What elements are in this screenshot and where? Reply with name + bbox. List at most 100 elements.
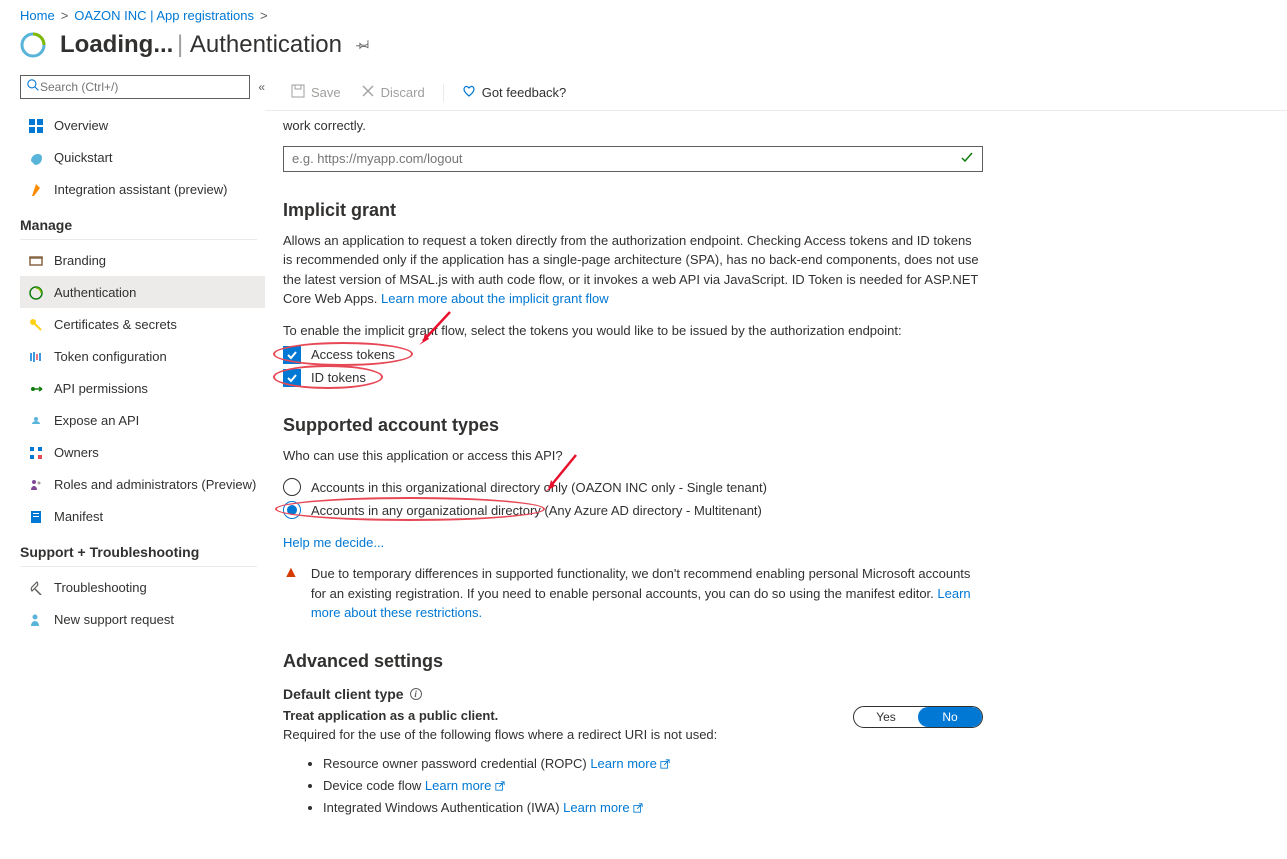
treat-public-client-text: Treat application as a public client. Re… [283,706,717,745]
toggle-yes[interactable]: Yes [854,707,918,727]
sidebar-item-manifest[interactable]: Manifest [20,500,265,532]
sidebar-item-label: Certificates & secrets [54,317,177,332]
sidebar-item-label: Authentication [54,285,136,300]
pin-icon[interactable] [356,37,370,54]
close-icon [361,84,375,101]
sidebar-item-label: Expose an API [54,413,139,428]
save-label: Save [311,85,341,100]
sidebar-item-overview[interactable]: Overview [20,109,265,141]
feedback-label: Got feedback? [482,85,567,100]
chevron-right-icon: > [260,8,268,23]
breadcrumb: Home > OAZON INC | App registrations > [0,0,1287,27]
sidebar-item-owners[interactable]: Owners [20,436,265,468]
sidebar-item-roles[interactable]: Roles and administrators (Preview) [20,468,265,500]
header-subtitle: Authentication [190,31,342,58]
sidebar-item-branding[interactable]: Branding [20,244,265,276]
header-separator: | [177,31,190,58]
learn-more-link[interactable]: Learn more [425,778,505,793]
manifest-icon [28,509,44,525]
radio-multitenant[interactable] [283,501,301,519]
advanced-settings-heading: Advanced settings [283,651,1247,672]
owners-icon [28,445,44,461]
expose-icon [28,413,44,429]
supported-account-types-heading: Supported account types [283,415,1247,436]
sidebar-item-label: Owners [54,445,99,460]
help-me-decide-link[interactable]: Help me decide... [283,535,384,550]
sidebar-item-authentication[interactable]: Authentication [20,276,265,308]
logout-description-tail: work correctly. [283,111,1247,136]
external-link-icon [660,759,670,769]
checkbox-access-tokens[interactable] [283,346,301,364]
page-title: Loading... | Authentication [60,31,342,59]
warning-icon: ▲ [283,564,299,623]
breadcrumb-home[interactable]: Home [20,8,55,23]
discard-button[interactable]: Discard [353,80,433,105]
search-input[interactable] [40,80,243,94]
sidebar-item-label: Roles and administrators (Preview) [54,477,256,492]
toggle-no[interactable]: No [918,707,982,727]
checkbox-id-tokens-row: ID tokens [283,369,1247,387]
info-icon[interactable]: i [410,688,422,700]
sidebar-item-label: API permissions [54,381,148,396]
feedback-button[interactable]: Got feedback? [454,80,575,105]
app-registration-icon [20,32,46,58]
radio-single-tenant[interactable] [283,478,301,496]
sidebar-item-quickstart[interactable]: Quickstart [20,141,265,173]
radio-label: Accounts in any organizational directory… [311,503,762,518]
implicit-enable-text: To enable the implicit grant flow, selec… [283,323,1247,338]
flow-device-code: Device code flow Learn more [323,775,1247,797]
header-title-text: Loading... [60,31,173,58]
warning-banner: ▲ Due to temporary differences in suppor… [283,564,983,623]
checkbox-label: ID tokens [311,370,366,385]
sidebar-item-api-permissions[interactable]: API permissions [20,372,265,404]
logout-url-input-wrap[interactable] [283,146,983,172]
radio-label: Accounts in this organizational director… [311,480,767,495]
sidebar-item-label: Branding [54,253,106,268]
sidebar-item-new-support[interactable]: New support request [20,603,265,635]
implicit-learn-more-link[interactable]: Learn more about the implicit grant flow [381,291,609,306]
public-client-toggle[interactable]: Yes No [853,706,983,728]
token-icon [28,349,44,365]
page-header: Loading... | Authentication [0,27,1287,75]
sidebar-section-support: Support + Troubleshooting [20,532,257,567]
implicit-grant-heading: Implicit grant [283,200,1247,221]
search-box[interactable] [20,75,250,99]
roles-icon [28,477,44,493]
collapse-sidebar-icon[interactable]: « [258,80,265,94]
save-button[interactable]: Save [283,80,349,105]
flow-iwa: Integrated Windows Authentication (IWA) … [323,797,1247,819]
checkbox-label: Access tokens [311,347,395,362]
sidebar-item-troubleshooting[interactable]: Troubleshooting [20,571,265,603]
sidebar-item-token-config[interactable]: Token configuration [20,340,265,372]
check-icon [960,150,974,167]
learn-more-link[interactable]: Learn more [590,756,670,771]
checkbox-id-tokens[interactable] [283,369,301,387]
logout-url-input[interactable] [292,151,954,166]
external-link-icon [633,803,643,813]
checkbox-access-tokens-row: Access tokens [283,346,1247,364]
key-icon [28,317,44,333]
sidebar-section-manage: Manage [20,205,257,240]
overview-icon [28,118,44,134]
sidebar-item-integration[interactable]: Integration assistant (preview) [20,173,265,205]
sidebar-item-certificates[interactable]: Certificates & secrets [20,308,265,340]
default-client-type-heading: Default client type i [283,686,1247,702]
implicit-grant-desc: Allows an application to request a token… [283,231,983,309]
learn-more-link[interactable]: Learn more [563,800,643,815]
discard-label: Discard [381,85,425,100]
warning-message: Due to temporary differences in supporte… [311,564,983,623]
sidebar-item-expose-api[interactable]: Expose an API [20,404,265,436]
quickstart-icon [28,150,44,166]
support-icon [28,612,44,628]
heart-icon [462,84,476,101]
sidebar-item-label: Manifest [54,509,103,524]
search-icon [27,79,40,95]
breadcrumb-app-registrations[interactable]: OAZON INC | App registrations [74,8,254,23]
radio-multitenant-row: Accounts in any organizational directory… [283,501,1247,519]
radio-single-tenant-row: Accounts in this organizational director… [283,478,1247,496]
sidebar-item-label: New support request [54,612,174,627]
sidebar-item-label: Quickstart [54,150,113,165]
sidebar-item-label: Troubleshooting [54,580,147,595]
flows-list: Resource owner password credential (ROPC… [323,753,1247,819]
integration-icon [28,182,44,198]
